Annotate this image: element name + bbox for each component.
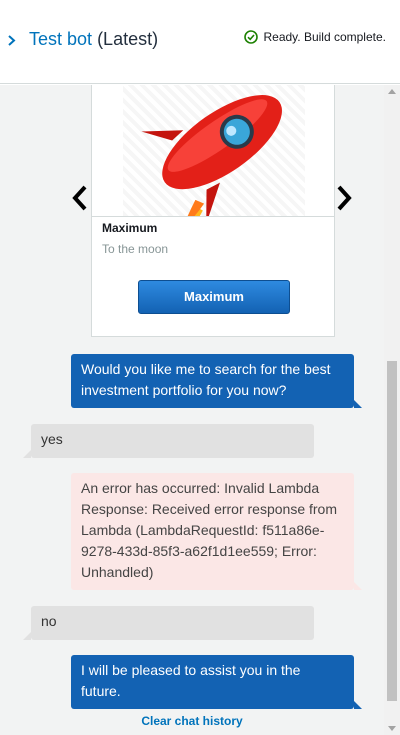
check-circle-icon (244, 30, 259, 44)
error-message: An error has occurred: Invalid Lambda Re… (71, 473, 362, 590)
card-divider (92, 216, 334, 217)
carousel-next-icon[interactable] (334, 183, 354, 213)
message-text: yes (41, 431, 63, 447)
bot-message: I will be pleased to assist you in the f… (71, 655, 362, 709)
scroll-thumb[interactable] (387, 361, 397, 701)
build-status: Ready. Build complete. (244, 30, 386, 44)
message-text: no (41, 613, 57, 629)
bot-name: Test bot (29, 29, 93, 49)
scroll-up-icon[interactable] (388, 89, 396, 94)
clear-chat-history-link[interactable]: Clear chat history (0, 714, 384, 728)
card-title: Maximum (102, 221, 158, 235)
bot-message: Would you like me to search for the best… (71, 354, 362, 408)
chat-window[interactable]: Maximum To the moon Maximum Would you li… (0, 85, 384, 735)
response-card: Maximum To the moon Maximum (91, 85, 335, 337)
card-subtitle: To the moon (102, 242, 169, 256)
card-option-button[interactable]: Maximum (138, 280, 290, 314)
message-text: Would you like me to search for the best… (81, 361, 331, 398)
user-message: no (23, 606, 314, 640)
message-text: An error has occurred: Invalid Lambda Re… (81, 480, 338, 580)
card-image (123, 85, 305, 216)
chat-scrollbar[interactable] (384, 85, 400, 735)
status-text: Ready. Build complete. (263, 30, 386, 44)
message-text: I will be pleased to assist you in the f… (81, 662, 301, 699)
expand-chevron-icon[interactable] (6, 31, 20, 49)
user-message: yes (23, 424, 314, 458)
panel-title: Test bot (Latest) (29, 28, 158, 50)
carousel-prev-icon[interactable] (70, 183, 90, 213)
scroll-down-icon[interactable] (388, 726, 396, 731)
bot-version: (Latest) (97, 29, 159, 49)
rocket-icon (141, 95, 282, 216)
test-bot-header: Test bot (Latest) Ready. Build complete. (0, 0, 400, 84)
